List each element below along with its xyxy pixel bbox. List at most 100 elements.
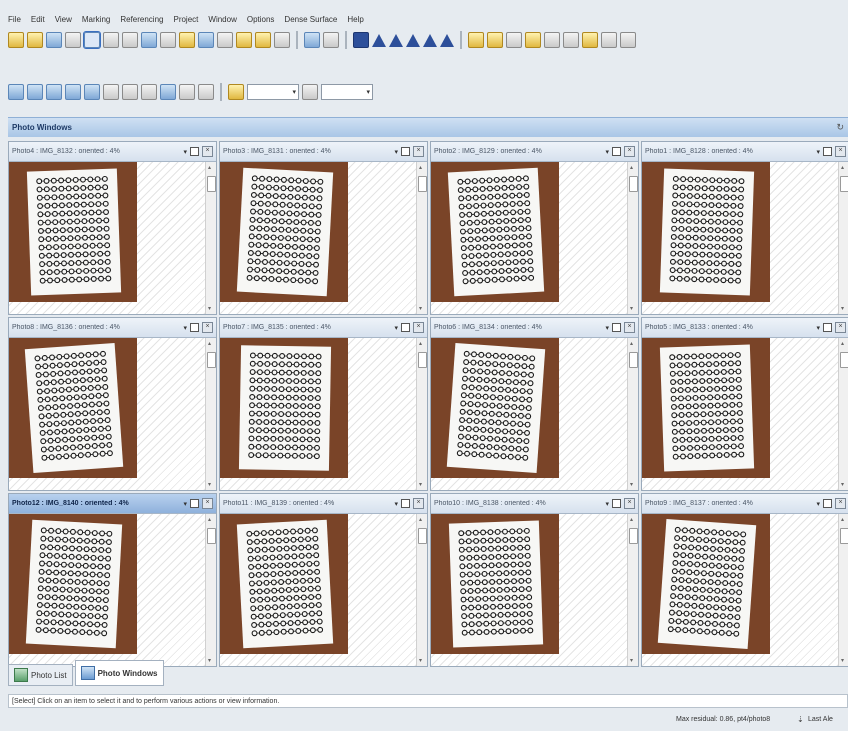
photo-pane-titlebar[interactable]: Photo4 : IMG_8132 : oriented : 4% ▾ × [9, 142, 216, 162]
dropdown-icon[interactable]: ▾ [816, 148, 820, 156]
scroll-up-icon[interactable]: ▴ [208, 340, 211, 347]
new-icon[interactable] [8, 32, 24, 48]
scroll-up-icon[interactable]: ▴ [208, 516, 211, 523]
select-icon[interactable] [83, 31, 101, 49]
vertical-scrollbar[interactable]: ▴ ▾ [205, 338, 216, 490]
close-icon[interactable]: × [202, 498, 213, 509]
cylinder-icon[interactable] [353, 32, 369, 48]
scroll-down-icon[interactable]: ▾ [419, 657, 422, 664]
dropdown-icon[interactable]: ▾ [394, 148, 398, 156]
dropdown-icon[interactable]: ▾ [605, 148, 609, 156]
maximize-icon[interactable] [401, 499, 410, 508]
photo4-icon[interactable] [65, 84, 81, 100]
close-icon[interactable]: × [413, 322, 424, 333]
photo-viewport[interactable] [9, 514, 206, 666]
scroll-thumb[interactable] [418, 528, 427, 544]
prism-icon[interactable] [423, 33, 437, 47]
photo-viewport[interactable] [642, 338, 839, 490]
copy-icon[interactable] [544, 32, 560, 48]
close-icon[interactable]: × [202, 146, 213, 157]
photo-pane[interactable]: Photo8 : IMG_8136 : oriented : 4% ▾ × ▴ ▾ [8, 317, 217, 491]
photo-pane-titlebar[interactable]: Photo10 : IMG_8138 : oriented : 4% ▾ × [431, 494, 638, 514]
scroll-up-icon[interactable]: ▴ [630, 516, 633, 523]
photo-pane-titlebar[interactable]: Photo11 : IMG_8139 : oriented : 4% ▾ × [220, 494, 427, 514]
photo-pane[interactable]: Photo11 : IMG_8139 : oriented : 4% ▾ × ▴ ▾ [219, 493, 428, 667]
grid-view-icon[interactable] [198, 84, 214, 100]
scroll-up-icon[interactable]: ▴ [419, 516, 422, 523]
paste-icon[interactable] [563, 32, 579, 48]
scroll-down-icon[interactable]: ▾ [841, 657, 844, 664]
scroll-up-icon[interactable]: ▴ [630, 340, 633, 347]
photo-viewport[interactable] [642, 162, 839, 314]
maximize-icon[interactable] [823, 499, 832, 508]
wedge-icon[interactable] [406, 33, 420, 47]
vertical-scrollbar[interactable]: ▴ ▾ [627, 162, 638, 314]
maximize-icon[interactable] [190, 323, 199, 332]
photo-viewport[interactable] [9, 162, 206, 314]
photo-viewport[interactable] [9, 338, 206, 490]
maximize-icon[interactable] [612, 147, 621, 156]
undo-icon[interactable] [65, 32, 81, 48]
menu-referencing[interactable]: Referencing [120, 15, 163, 24]
menu-file[interactable]: File [8, 15, 21, 24]
photo-pane[interactable]: Photo2 : IMG_8129 : oriented : 4% ▾ × ▴ ▾ [430, 141, 639, 315]
photo-viewport[interactable] [431, 514, 628, 666]
wand-icon[interactable] [323, 32, 339, 48]
curve-icon[interactable] [179, 32, 195, 48]
scroll-thumb[interactable] [629, 176, 638, 192]
close-icon[interactable]: × [835, 498, 846, 509]
vertical-scrollbar[interactable]: ▴ ▾ [416, 514, 427, 666]
menu-view[interactable]: View [55, 15, 72, 24]
close-icon[interactable]: × [624, 146, 635, 157]
photo-pane-titlebar[interactable]: Photo2 : IMG_8129 : oriented : 4% ▾ × [431, 142, 638, 162]
photo-pane[interactable]: Photo10 : IMG_8138 : oriented : 4% ▾ × ▴ ▾ [430, 493, 639, 667]
scroll-up-icon[interactable]: ▴ [841, 340, 844, 347]
window-icon[interactable] [601, 32, 617, 48]
scroll-thumb[interactable] [207, 176, 216, 192]
photo5-icon[interactable] [84, 84, 100, 100]
photo-viewport[interactable] [431, 338, 628, 490]
photo3-icon[interactable] [46, 84, 62, 100]
vertical-scrollbar[interactable]: ▴ ▾ [627, 514, 638, 666]
dropdown-icon[interactable]: ▾ [605, 500, 609, 508]
point-icon[interactable] [141, 32, 157, 48]
scroll-up-icon[interactable]: ▴ [208, 164, 211, 171]
measure-icon[interactable] [468, 32, 484, 48]
cone-icon[interactable] [372, 33, 386, 47]
vertical-scrollbar[interactable]: ▴ ▾ [838, 162, 848, 314]
pen-icon[interactable] [217, 32, 233, 48]
combo-select-2[interactable]: ▾ [321, 84, 373, 100]
scroll-thumb[interactable] [629, 528, 638, 544]
tile-icon[interactable] [620, 32, 636, 48]
line-icon[interactable] [160, 32, 176, 48]
scroll-up-icon[interactable]: ▴ [841, 164, 844, 171]
scroll-thumb[interactable] [629, 352, 638, 368]
tool-icon[interactable] [236, 32, 252, 48]
close-icon[interactable]: × [835, 146, 846, 157]
scroll-down-icon[interactable]: ▾ [419, 481, 422, 488]
open-icon[interactable] [27, 32, 43, 48]
menu-help[interactable]: Help [347, 15, 363, 24]
marker-icon[interactable] [122, 32, 138, 48]
photo-pane[interactable]: Photo6 : IMG_8134 : oriented : 4% ▾ × ▴ ▾ [430, 317, 639, 491]
photo-pane-titlebar[interactable]: Photo12 : IMG_8140 : oriented : 4% ▾ × [9, 494, 216, 514]
zoom-in-icon[interactable] [160, 84, 176, 100]
scroll-up-icon[interactable]: ▴ [419, 340, 422, 347]
photo-viewport[interactable] [642, 514, 839, 666]
dropdown-icon[interactable]: ▾ [816, 324, 820, 332]
scroll-thumb[interactable] [207, 528, 216, 544]
close-icon[interactable]: × [413, 146, 424, 157]
scroll-down-icon[interactable]: ▾ [630, 305, 633, 312]
close-icon[interactable]: × [624, 498, 635, 509]
menu-window[interactable]: Window [208, 15, 236, 24]
scroll-down-icon[interactable]: ▾ [208, 657, 211, 664]
photo-pane-titlebar[interactable]: Photo6 : IMG_8134 : oriented : 4% ▾ × [431, 318, 638, 338]
close-icon[interactable]: × [835, 322, 846, 333]
photo-viewport[interactable] [220, 338, 417, 490]
view-icon[interactable] [103, 84, 119, 100]
maximize-icon[interactable] [401, 147, 410, 156]
table-icon[interactable] [122, 84, 138, 100]
photo-pane-titlebar[interactable]: Photo8 : IMG_8136 : oriented : 4% ▾ × [9, 318, 216, 338]
photo-pane-titlebar[interactable]: Photo3 : IMG_8131 : oriented : 4% ▾ × [220, 142, 427, 162]
photo-pane[interactable]: Photo5 : IMG_8133 : oriented : 4% ▾ × ▴ ▾ [641, 317, 848, 491]
